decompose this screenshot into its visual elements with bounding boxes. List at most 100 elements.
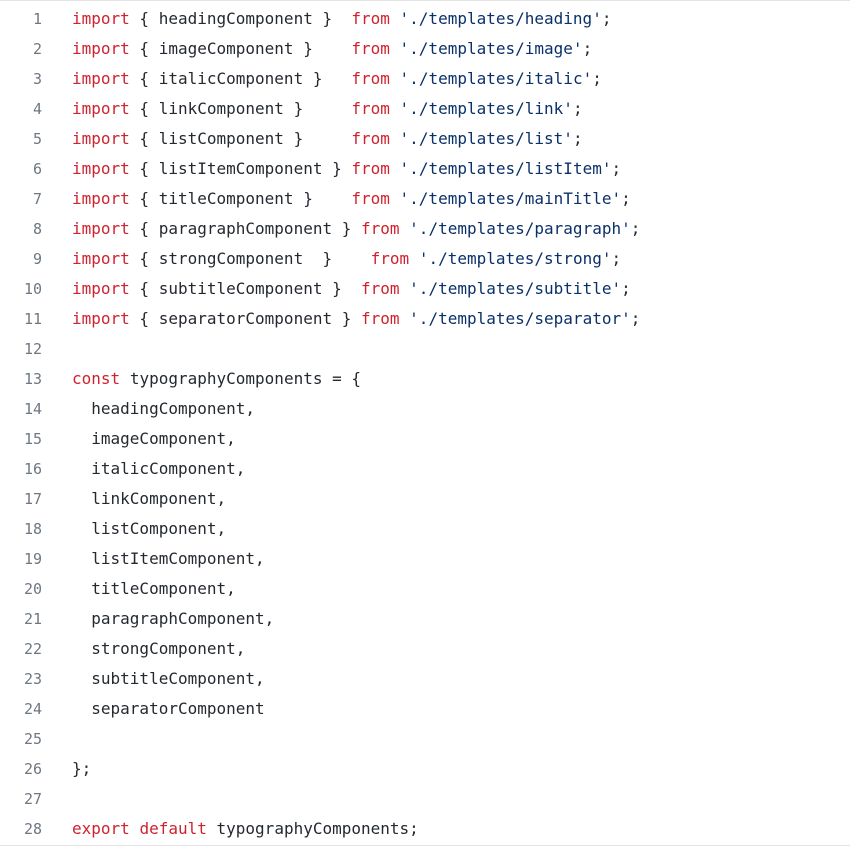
line-number: 3 <box>32 70 42 88</box>
code-line: 12 <box>0 334 850 364</box>
code-text: import { titleComponent } from './templa… <box>72 184 631 214</box>
keyword-token: from <box>351 189 390 208</box>
code-text: separatorComponent <box>72 694 264 724</box>
punctuation-token: } <box>332 219 361 238</box>
punctuation-token: } <box>283 99 352 118</box>
punctuation-token: = { <box>322 369 361 388</box>
code-text: listItemComponent, <box>72 544 265 574</box>
identifier-token: subtitleComponent <box>158 279 323 298</box>
punctuation-token <box>72 579 91 598</box>
code-text: import { linkComponent } from './templat… <box>72 94 583 124</box>
keyword-token: from <box>351 9 390 28</box>
keyword-token: import <box>72 249 130 268</box>
string-token: './templates/separator' <box>409 309 631 328</box>
code-text: listComponent, <box>72 514 226 544</box>
punctuation-token <box>400 309 410 328</box>
code-text: headingComponent, <box>72 394 255 424</box>
code-line: 15 imageComponent, <box>0 424 850 454</box>
code-line: 24 separatorComponent <box>0 694 850 724</box>
line-number: 28 <box>23 820 42 838</box>
punctuation-token: } <box>312 9 352 28</box>
punctuation-token: } <box>303 249 371 268</box>
code-text: const typographyComponents = { <box>72 364 361 394</box>
punctuation-token: , <box>255 669 265 688</box>
line-number: 22 <box>23 640 42 658</box>
string-token: './templates/paragraph' <box>409 219 631 238</box>
punctuation-token: } <box>293 39 352 58</box>
string-token: './templates/strong' <box>418 249 612 268</box>
punctuation-token: { <box>129 219 159 238</box>
code-line: 5 import { listComponent } from './templa… <box>0 124 850 154</box>
punctuation-token: , <box>235 459 246 478</box>
identifier-token: linkComponent <box>158 99 284 118</box>
identifier-token: typographyComponents <box>129 369 323 388</box>
identifier-token: subtitleComponent <box>91 669 256 688</box>
code-line: 8 import { paragraphComponent } from './t… <box>0 214 850 244</box>
punctuation-token: ; <box>611 159 622 178</box>
code-line: 28 export default typographyComponents; <box>0 814 850 844</box>
punctuation-token: , <box>216 489 227 508</box>
punctuation-token <box>390 39 400 58</box>
punctuation-token <box>130 819 140 838</box>
punctuation-token <box>390 189 400 208</box>
string-token: './templates/subtitle' <box>409 279 622 298</box>
code-text: strongComponent, <box>72 634 245 664</box>
identifier-token: strongComponent <box>158 249 304 268</box>
identifier-token: listComponent <box>158 129 284 148</box>
punctuation-token <box>207 819 217 838</box>
line-number: 1 <box>32 10 42 28</box>
line-number: 17 <box>23 490 42 508</box>
punctuation-token <box>72 699 91 718</box>
keyword-token: import <box>72 279 130 298</box>
line-number: 18 <box>23 520 42 538</box>
code-line: 4 import { linkComponent } from './templa… <box>0 94 850 124</box>
line-number: 12 <box>23 340 42 358</box>
code-line: 2 import { imageComponent } from './templ… <box>0 34 850 64</box>
code-text: import { separatorComponent } from './te… <box>72 304 640 334</box>
code-line: 11 import { separatorComponent } from './… <box>0 304 850 334</box>
line-number: 25 <box>23 730 42 748</box>
code-text: subtitleComponent, <box>72 664 265 694</box>
line-number: 21 <box>23 610 42 628</box>
line-number: 10 <box>23 280 42 298</box>
line-number: 16 <box>23 460 42 478</box>
punctuation-token: } <box>332 309 361 328</box>
identifier-token: listComponent <box>91 519 217 538</box>
line-number: 9 <box>32 250 42 268</box>
identifier-token: titleComponent <box>91 579 227 598</box>
punctuation-token: , <box>245 399 256 418</box>
keyword-token: import <box>72 99 130 118</box>
line-number: 13 <box>23 370 42 388</box>
identifier-token: linkComponent <box>91 489 217 508</box>
punctuation-token: } <box>293 189 352 208</box>
punctuation-token: ; <box>409 819 419 838</box>
identifier-token: listItemComponent <box>158 159 323 178</box>
keyword-token: import <box>72 69 130 88</box>
code-text: export default typographyComponents; <box>72 814 419 844</box>
punctuation-token: { <box>129 249 159 268</box>
punctuation-token: , <box>235 639 246 658</box>
identifier-token: paragraphComponent <box>158 219 333 238</box>
identifier-token: italicComponent <box>91 459 236 478</box>
punctuation-token: { <box>129 279 159 298</box>
punctuation-token: , <box>255 549 265 568</box>
code-text: linkComponent, <box>72 484 226 514</box>
punctuation-token: { <box>129 99 159 118</box>
string-token: './templates/link' <box>399 99 573 118</box>
code-text: import { subtitleComponent } from './tem… <box>72 274 631 304</box>
punctuation-token <box>72 669 91 688</box>
keyword-token: import <box>72 129 130 148</box>
identifier-token: headingComponent <box>91 399 246 418</box>
punctuation-token: } <box>303 69 352 88</box>
keyword-token: from <box>351 39 390 58</box>
string-token: './templates/listItem' <box>399 159 612 178</box>
punctuation-token: }; <box>72 759 92 778</box>
punctuation-token <box>390 69 400 88</box>
code-line: 21 paragraphComponent, <box>0 604 850 634</box>
identifier-token: typographyComponents <box>216 819 410 838</box>
punctuation-token: ; <box>582 39 593 58</box>
punctuation-token: { <box>129 129 159 148</box>
keyword-token: import <box>72 39 130 58</box>
code-line: 26}; <box>0 754 850 784</box>
line-number: 4 <box>32 100 42 118</box>
